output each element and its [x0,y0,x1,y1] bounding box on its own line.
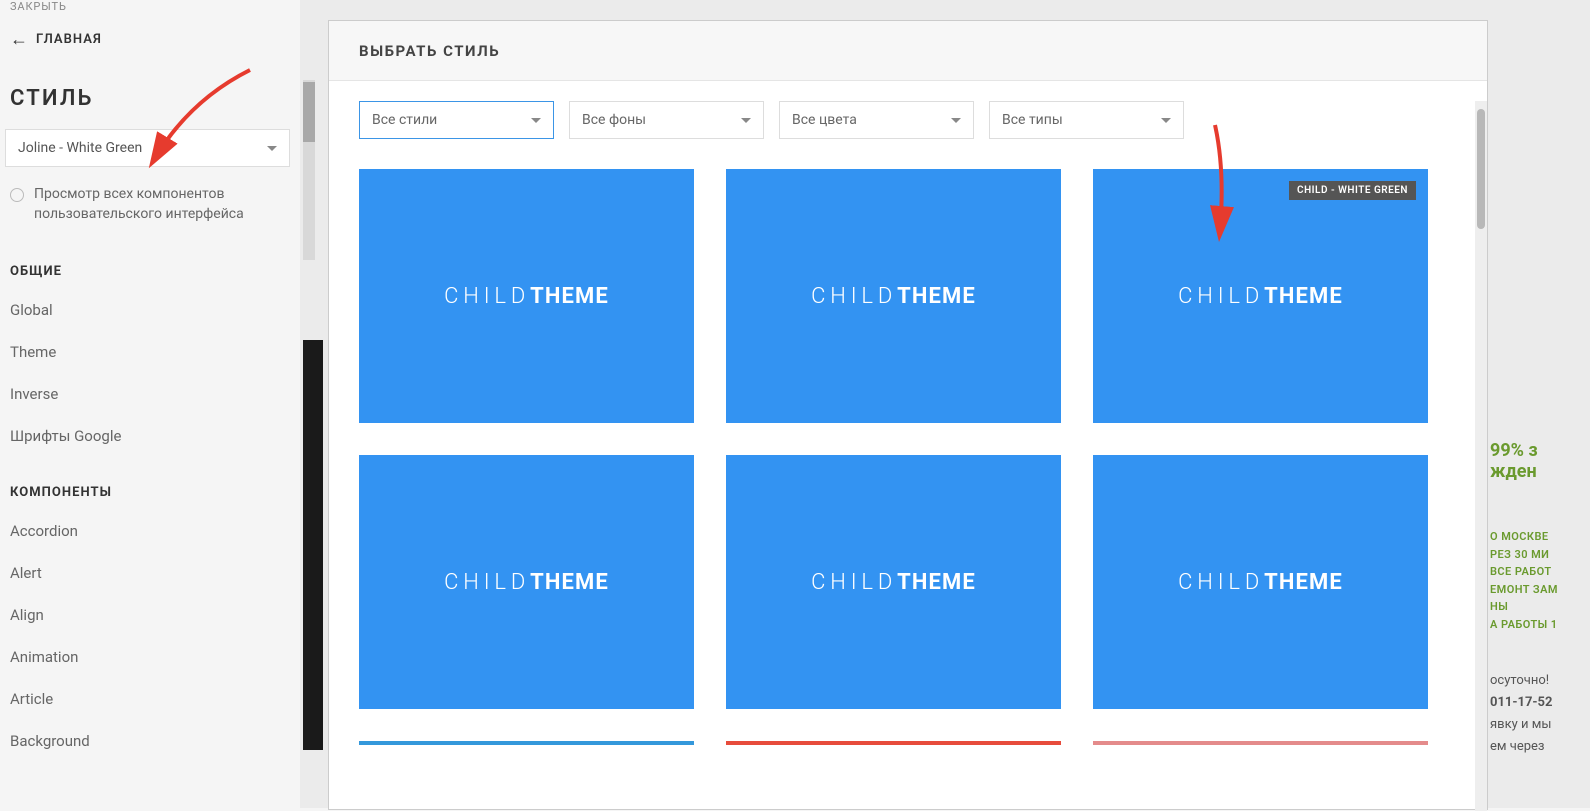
radio-label: Просмотр всех компонентов пользовательск… [34,185,290,224]
radio-icon [10,188,24,202]
theme-card[interactable]: CHILD - WHITE GREEN CHILDTHEME [1093,169,1428,423]
chevron-down-icon [951,118,961,123]
group-components-label: КОМПОНЕНТЫ [0,457,300,510]
theme-card[interactable]: CHILDTHEME [359,169,694,423]
sidebar-item-inverse[interactable]: Inverse [0,373,300,415]
theme-grid: CHILDTHEME CHILDTHEME CHILD - WHITE GREE… [329,159,1487,791]
preview-dark-strip [303,340,323,750]
sidebar-item-alert[interactable]: Alert [0,552,300,594]
back-label: ГЛАВНАЯ [36,32,102,47]
chevron-down-icon [1161,118,1171,123]
sidebar-item-theme[interactable]: Theme [0,331,300,373]
arrow-left-icon: ← [10,29,28,50]
filter-backgrounds-label: Все фоны [582,112,646,128]
theme-card[interactable] [359,741,694,771]
theme-card[interactable]: CHILDTHEME [1093,455,1428,709]
sidebar-item-global[interactable]: Global [0,289,300,331]
sidebar: ЗАКРЫТЬ ← ГЛАВНАЯ СТИЛЬ Joline - White G… [0,0,300,808]
sidebar-item-article[interactable]: Article [0,678,300,720]
sidebar-item-animation[interactable]: Animation [0,636,300,678]
filter-types-label: Все типы [1002,112,1063,128]
chevron-down-icon [741,118,751,123]
bg-right-gray: осуточно! 011-17-52 явку и мы ем через [1490,670,1590,758]
modal-filters: Все стили Все фоны Все цвета Все типы [329,81,1487,159]
theme-card[interactable]: CHILDTHEME [726,455,1061,709]
theme-card[interactable]: CHILDTHEME [359,455,694,709]
sidebar-item-align[interactable]: Align [0,594,300,636]
modal-scroll-thumb[interactable] [1477,109,1485,229]
modal-header: ВЫБРАТЬ СТИЛЬ [329,21,1487,81]
bg-right-small: О МОСКВЕ РЕЗ 30 МИ ВСЕ РАБОТ ЕМОНТ ЗАМ Н… [1490,528,1590,634]
style-modal: ВЫБРАТЬ СТИЛЬ Все стили Все фоны Все цве… [328,20,1488,810]
sidebar-item-background[interactable]: Background [0,720,300,762]
theme-card[interactable] [1093,741,1428,771]
sidebar-item-google-fonts[interactable]: Шрифты Google [0,415,300,457]
bg-right-headline: 99% зжден [1490,440,1590,482]
preview-scroll-thumb[interactable] [303,82,315,142]
sidebar-item-accordion[interactable]: Accordion [0,510,300,552]
theme-card[interactable]: CHILDTHEME [726,169,1061,423]
filter-styles-label: Все стили [372,112,437,128]
filter-colors[interactable]: Все цвета [779,101,974,139]
chevron-down-icon [531,118,541,123]
style-select-value: Joline - White Green [18,140,142,156]
filter-types[interactable]: Все типы [989,101,1184,139]
filter-backgrounds[interactable]: Все фоны [569,101,764,139]
preview-all-radio[interactable]: Просмотр всех компонентов пользовательск… [0,185,300,246]
close-label[interactable]: ЗАКРЫТЬ [0,0,300,17]
sidebar-title: СТИЛЬ [0,68,300,129]
back-button[interactable]: ← ГЛАВНАЯ [0,17,300,68]
modal-title: ВЫБРАТЬ СТИЛЬ [359,42,500,60]
filter-colors-label: Все цвета [792,112,857,128]
theme-card[interactable] [726,741,1061,771]
filter-styles[interactable]: Все стили [359,101,554,139]
theme-badge: CHILD - WHITE GREEN [1289,181,1416,200]
style-select[interactable]: Joline - White Green [5,129,290,167]
group-general-label: ОБЩИЕ [0,246,300,289]
chevron-down-icon [267,146,277,151]
